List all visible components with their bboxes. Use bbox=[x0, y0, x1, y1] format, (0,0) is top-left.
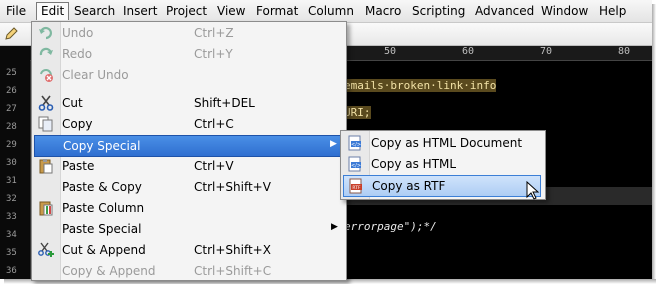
menu-item-shortcut: Ctrl+Y bbox=[194, 47, 233, 61]
menu-item-copy-as-rtf[interactable]: RTF Copy as RTF bbox=[343, 175, 541, 197]
menu-advanced[interactable]: Advanced bbox=[475, 3, 534, 20]
cut-append-icon bbox=[38, 242, 54, 257]
menu-item-copy-special[interactable]: Copy Special ▶ bbox=[34, 135, 342, 157]
line-number: 35 bbox=[6, 248, 17, 258]
ruler-label: 60 bbox=[462, 46, 475, 57]
menu-format[interactable]: Format bbox=[256, 3, 298, 20]
html-document-icon: </> bbox=[348, 135, 361, 151]
code-line: emails·broken·link·info bbox=[344, 79, 497, 92]
rtf-icon: RTF bbox=[349, 178, 362, 194]
menu-item-label: Copy as HTML Document bbox=[371, 136, 523, 150]
code-line: URI; bbox=[344, 106, 371, 119]
menu-item-redo[interactable]: Redo Ctrl+Y bbox=[34, 44, 342, 64]
menu-edit[interactable]: Edit bbox=[36, 2, 70, 20]
submenu-arrow-icon: ▶ bbox=[330, 139, 337, 149]
menu-item-label: Copy Special bbox=[63, 139, 141, 153]
menu-item-label: Undo bbox=[62, 26, 94, 40]
line-number: 32 bbox=[6, 194, 17, 204]
undo-icon bbox=[39, 26, 52, 40]
line-number: 27 bbox=[6, 104, 17, 114]
menu-column[interactable]: Column bbox=[308, 3, 354, 20]
menu-item-label: Redo bbox=[62, 47, 93, 61]
menu-bar: File Edit Search Insert Project View For… bbox=[0, 0, 652, 23]
copy-icon bbox=[38, 116, 53, 132]
svg-text:</>: </> bbox=[351, 142, 361, 148]
menu-item-copy-as-html[interactable]: </> Copy as HTML bbox=[343, 154, 541, 174]
menu-item-label: Paste Column bbox=[62, 201, 145, 215]
line-number: 25 bbox=[6, 68, 17, 78]
mouse-pointer-icon bbox=[526, 181, 540, 200]
menu-insert[interactable]: Insert bbox=[123, 3, 157, 20]
scissors-icon bbox=[38, 95, 54, 111]
line-number: 28 bbox=[6, 122, 17, 132]
line-number: 26 bbox=[6, 86, 17, 96]
line-number: 36 bbox=[6, 266, 17, 276]
menu-item-label: Copy as RTF bbox=[372, 179, 446, 193]
line-number-gutter: 25 26 27 28 29 30 31 32 33 34 35 36 bbox=[0, 46, 31, 279]
menu-item-label: Copy bbox=[62, 117, 93, 131]
menu-item-shortcut: Ctrl+Z bbox=[194, 26, 234, 40]
menu-item-label: Paste & Copy bbox=[62, 180, 142, 194]
svg-text:</>: </> bbox=[351, 163, 361, 169]
menu-window[interactable]: Window bbox=[541, 3, 588, 20]
copy-special-submenu: </> Copy as HTML Document </> Copy as HT… bbox=[340, 130, 546, 200]
menu-macro[interactable]: Macro bbox=[365, 3, 401, 20]
redo-icon bbox=[39, 47, 53, 56]
menu-item-paste-special[interactable]: Paste Special ▶ bbox=[34, 219, 342, 239]
menu-item-clear-undo[interactable]: Clear Undo bbox=[34, 65, 342, 85]
menu-item-shortcut: Ctrl+Shift+C bbox=[194, 264, 272, 278]
menu-item-cut-and-append[interactable]: Cut & Append Ctrl+Shift+X bbox=[34, 240, 342, 260]
menu-item-paste-and-copy[interactable]: Paste & Copy Ctrl+Shift+V bbox=[34, 177, 342, 197]
menu-project[interactable]: Project bbox=[166, 3, 207, 20]
ruler-label: 50 bbox=[384, 46, 397, 57]
pencil-icon[interactable] bbox=[4, 27, 18, 41]
menu-scripting[interactable]: Scripting bbox=[412, 3, 465, 20]
menu-item-copy-as-html-document[interactable]: </> Copy as HTML Document bbox=[343, 133, 541, 153]
menu-item-shortcut: Ctrl+C bbox=[194, 117, 234, 131]
menu-file[interactable]: File bbox=[6, 3, 26, 20]
ruler-label: 80 bbox=[618, 46, 631, 57]
code-line: errorpage");*/ bbox=[344, 220, 437, 233]
menu-item-label: Paste Special bbox=[62, 222, 142, 236]
menu-help[interactable]: Help bbox=[599, 3, 626, 20]
submenu-arrow-icon: ▶ bbox=[331, 222, 338, 232]
menu-item-undo[interactable]: Undo Ctrl+Z bbox=[34, 23, 342, 43]
html-icon: </> bbox=[348, 156, 361, 172]
menu-item-label: Cut bbox=[62, 96, 83, 110]
menu-item-shortcut: Ctrl+V bbox=[194, 159, 234, 173]
line-number: 30 bbox=[6, 158, 17, 168]
menu-item-shortcut: Shift+DEL bbox=[194, 96, 255, 110]
menu-item-paste[interactable]: Paste Ctrl+V bbox=[34, 156, 342, 176]
line-number: 31 bbox=[6, 176, 17, 186]
menu-item-shortcut: Ctrl+Shift+X bbox=[194, 243, 271, 257]
menu-item-label: Cut & Append bbox=[62, 243, 146, 257]
menu-item-label: Copy as HTML bbox=[371, 157, 457, 171]
menu-item-copy[interactable]: Copy Ctrl+C bbox=[34, 114, 342, 134]
ruler-label: 70 bbox=[540, 46, 553, 57]
menu-item-label: Copy & Append bbox=[62, 264, 156, 278]
paste-column-icon bbox=[39, 201, 53, 216]
menu-search[interactable]: Search bbox=[74, 3, 115, 20]
menu-item-cut[interactable]: Cut Shift+DEL bbox=[34, 93, 342, 113]
paste-icon bbox=[39, 159, 53, 174]
line-number: 29 bbox=[6, 140, 17, 150]
menu-item-label: Clear Undo bbox=[62, 68, 129, 82]
line-number: 33 bbox=[6, 212, 17, 222]
line-number: 34 bbox=[6, 230, 17, 240]
menu-item-shortcut: Ctrl+Shift+V bbox=[194, 180, 271, 194]
clear-undo-icon bbox=[40, 69, 53, 82]
menu-item-copy-and-append[interactable]: Copy & Append Ctrl+Shift+C bbox=[34, 261, 342, 279]
menu-view[interactable]: View bbox=[217, 3, 245, 20]
edit-menu: Undo Ctrl+Z Redo Ctrl+Y Clear Undo Cut S… bbox=[31, 21, 347, 281]
svg-text:RTF: RTF bbox=[352, 185, 361, 191]
window-shadow bbox=[652, 4, 656, 284]
menu-item-label: Paste bbox=[62, 159, 95, 173]
menu-item-paste-column[interactable]: Paste Column bbox=[34, 198, 342, 218]
